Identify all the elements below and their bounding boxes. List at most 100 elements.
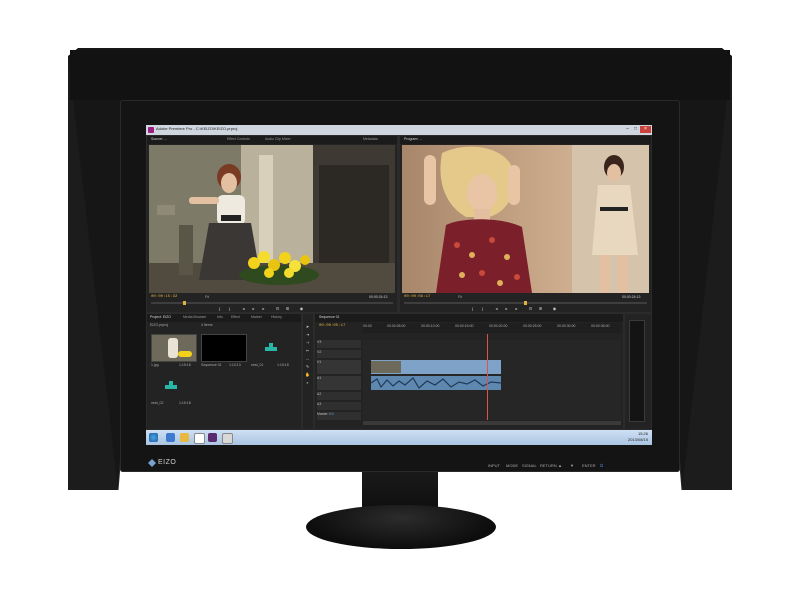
- start-button-icon[interactable]: [149, 433, 158, 442]
- track-label: V3: [317, 340, 322, 344]
- program-monitor-panel: Program: ... 00:00:09:17 Fit 00:00:24:13…: [400, 136, 651, 312]
- tab-effect-controls[interactable]: Effect Controls: [227, 137, 250, 141]
- program-step-forward-button[interactable]: ▸: [514, 306, 519, 311]
- track-header-v1[interactable]: V1: [317, 360, 361, 374]
- window-titlebar: Adobe Premiere Pro - C:\KEIZO\KEIZO.prpr…: [146, 125, 652, 135]
- internet-explorer-icon[interactable]: [166, 433, 175, 442]
- project-item-thumbnail[interactable]: [201, 334, 247, 362]
- program-lift-button[interactable]: ⊡: [528, 306, 533, 311]
- monitor-power-button[interactable]: ⏻: [600, 463, 603, 468]
- project-item-name: nest_02: [151, 401, 164, 405]
- track-header-a3[interactable]: A3: [317, 402, 361, 410]
- project-panel: Project: EIZO Media Browser Info Effect …: [147, 314, 301, 429]
- tab-effects[interactable]: Effect: [231, 315, 240, 319]
- monitor-stand-base: [306, 505, 496, 549]
- windows-taskbar: 15:26 2013/08/15: [146, 430, 652, 445]
- hand-tool-icon[interactable]: ✋: [305, 372, 310, 377]
- track-header-a1[interactable]: A1: [317, 376, 361, 390]
- track-label: Master: [317, 412, 328, 416]
- maximize-button[interactable]: □: [632, 126, 639, 133]
- selection-tool-icon[interactable]: ➤: [305, 324, 310, 329]
- monitor-enter-button[interactable]: ENTER: [582, 463, 596, 468]
- source-overwrite-button[interactable]: ⊞: [285, 306, 290, 311]
- window-title: Adobe Premiere Pro - C:\KEIZO\KEIZO.prpr…: [156, 126, 238, 131]
- monitor-down-button[interactable]: ▼: [570, 463, 574, 468]
- file-explorer-icon[interactable]: [180, 433, 189, 442]
- timeline-ruler[interactable]: 00:00 00:00:05:00 00:00:10:00 00:00:15:0…: [363, 323, 621, 333]
- program-fit-dropdown[interactable]: Fit: [458, 295, 462, 299]
- track-label: V1: [317, 360, 322, 364]
- source-timecode: 00:00:15:32: [151, 295, 178, 299]
- tab-audio-clip-mixer[interactable]: Audio Clip Mixer:: [265, 137, 291, 141]
- program-mark-in-button[interactable]: {: [470, 306, 475, 311]
- source-scrubber[interactable]: [151, 302, 393, 304]
- track-header-master[interactable]: Master 0.0: [317, 412, 361, 420]
- program-extract-button[interactable]: ⊞: [538, 306, 543, 311]
- program-video-frame: [402, 145, 649, 293]
- timeline-playhead[interactable]: [487, 334, 488, 420]
- video-clip[interactable]: [371, 360, 501, 374]
- program-play-button[interactable]: ▸: [504, 306, 509, 311]
- master-volume-value: 0.0: [328, 412, 334, 416]
- monitor-up-button[interactable]: ▲: [558, 463, 562, 468]
- program-playhead[interactable]: [524, 301, 527, 305]
- source-export-frame-button[interactable]: ◉: [299, 306, 304, 311]
- source-monitor-panel: Source: ... Effect Controls Audio Clip M…: [147, 136, 397, 312]
- source-step-back-button[interactable]: ◂: [241, 306, 246, 311]
- tab-info[interactable]: Info: [217, 315, 223, 319]
- razor-tool-icon[interactable]: ✂: [305, 348, 310, 353]
- premiere-pro-icon[interactable]: [208, 433, 217, 442]
- track-header-v2[interactable]: V2: [317, 350, 361, 358]
- source-playhead[interactable]: [183, 301, 186, 305]
- tab-history[interactable]: History: [271, 315, 282, 319]
- monitor-input-button[interactable]: INPUT: [488, 463, 500, 468]
- project-item-thumbnail[interactable]: [151, 334, 197, 362]
- source-mark-out-button[interactable]: }: [227, 306, 232, 311]
- source-play-button[interactable]: ▸: [251, 306, 256, 311]
- timeline-scrollbar[interactable]: [363, 421, 621, 425]
- program-export-frame-button[interactable]: ◉: [552, 306, 557, 311]
- source-insert-button[interactable]: ⊡: [275, 306, 280, 311]
- source-fit-dropdown[interactable]: Fit: [205, 295, 209, 299]
- program-step-back-button[interactable]: ◂: [494, 306, 499, 311]
- taskbar-app-icon[interactable]: [222, 433, 233, 444]
- track-header-a2[interactable]: A2: [317, 392, 361, 400]
- monitor-signal-button[interactable]: SIGNAL: [522, 463, 537, 468]
- program-mark-out-button[interactable]: }: [480, 306, 485, 311]
- project-file-name: EIZO.prproj: [150, 323, 169, 327]
- tab-sequence[interactable]: Sequence 01: [319, 315, 340, 319]
- source-mark-in-button[interactable]: {: [217, 306, 222, 311]
- tab-project[interactable]: Project: EIZO: [150, 315, 171, 319]
- premiere-app-icon: [148, 127, 154, 133]
- bridge-icon[interactable]: [194, 433, 205, 444]
- minimize-button[interactable]: –: [624, 126, 631, 133]
- tab-source[interactable]: Source: ...: [151, 137, 167, 141]
- monitor-return-button[interactable]: RETURN: [540, 463, 557, 468]
- project-item-name: 1.jpg: [151, 363, 159, 367]
- zoom-tool-icon[interactable]: ⌕: [305, 380, 310, 385]
- tab-program[interactable]: Program: ...: [404, 137, 422, 141]
- track-header-v3[interactable]: V3: [317, 340, 361, 348]
- monitor-screen: Adobe Premiere Pro - C:\KEIZO\KEIZO.prpr…: [146, 125, 652, 445]
- source-step-forward-button[interactable]: ▸: [261, 306, 266, 311]
- tab-media-browser[interactable]: Media Browser: [183, 315, 206, 319]
- project-item-thumbnail[interactable]: [251, 334, 297, 362]
- ripple-edit-tool-icon[interactable]: ⊣: [305, 340, 310, 345]
- project-item-thumbnail[interactable]: [151, 372, 197, 400]
- slip-tool-icon[interactable]: ↔: [305, 356, 310, 361]
- project-tabbar: Project: EIZO Media Browser Info Effect …: [147, 314, 301, 322]
- source-video-frame: [149, 145, 395, 293]
- ruler-label: 00:00:10:00: [421, 324, 440, 328]
- audio-clip[interactable]: [371, 376, 501, 390]
- pen-tool-icon[interactable]: ✎: [305, 364, 310, 369]
- source-duration: 00:00:24:13: [369, 295, 388, 299]
- close-button[interactable]: ×: [640, 126, 651, 133]
- track-label: A2: [317, 392, 322, 396]
- tab-metadata[interactable]: Metadata: [363, 137, 378, 141]
- monitor-mode-button[interactable]: MODE: [506, 463, 518, 468]
- audio-meter-panel: [625, 314, 651, 429]
- monitor-bottom-bar: EIZO INPUT MODE SIGNAL RETURN ▲ ▼ ENTER …: [120, 445, 680, 472]
- eizo-logo-icon: [148, 459, 156, 467]
- tab-markers[interactable]: Marker: [251, 315, 262, 319]
- track-select-tool-icon[interactable]: ⇥: [305, 332, 310, 337]
